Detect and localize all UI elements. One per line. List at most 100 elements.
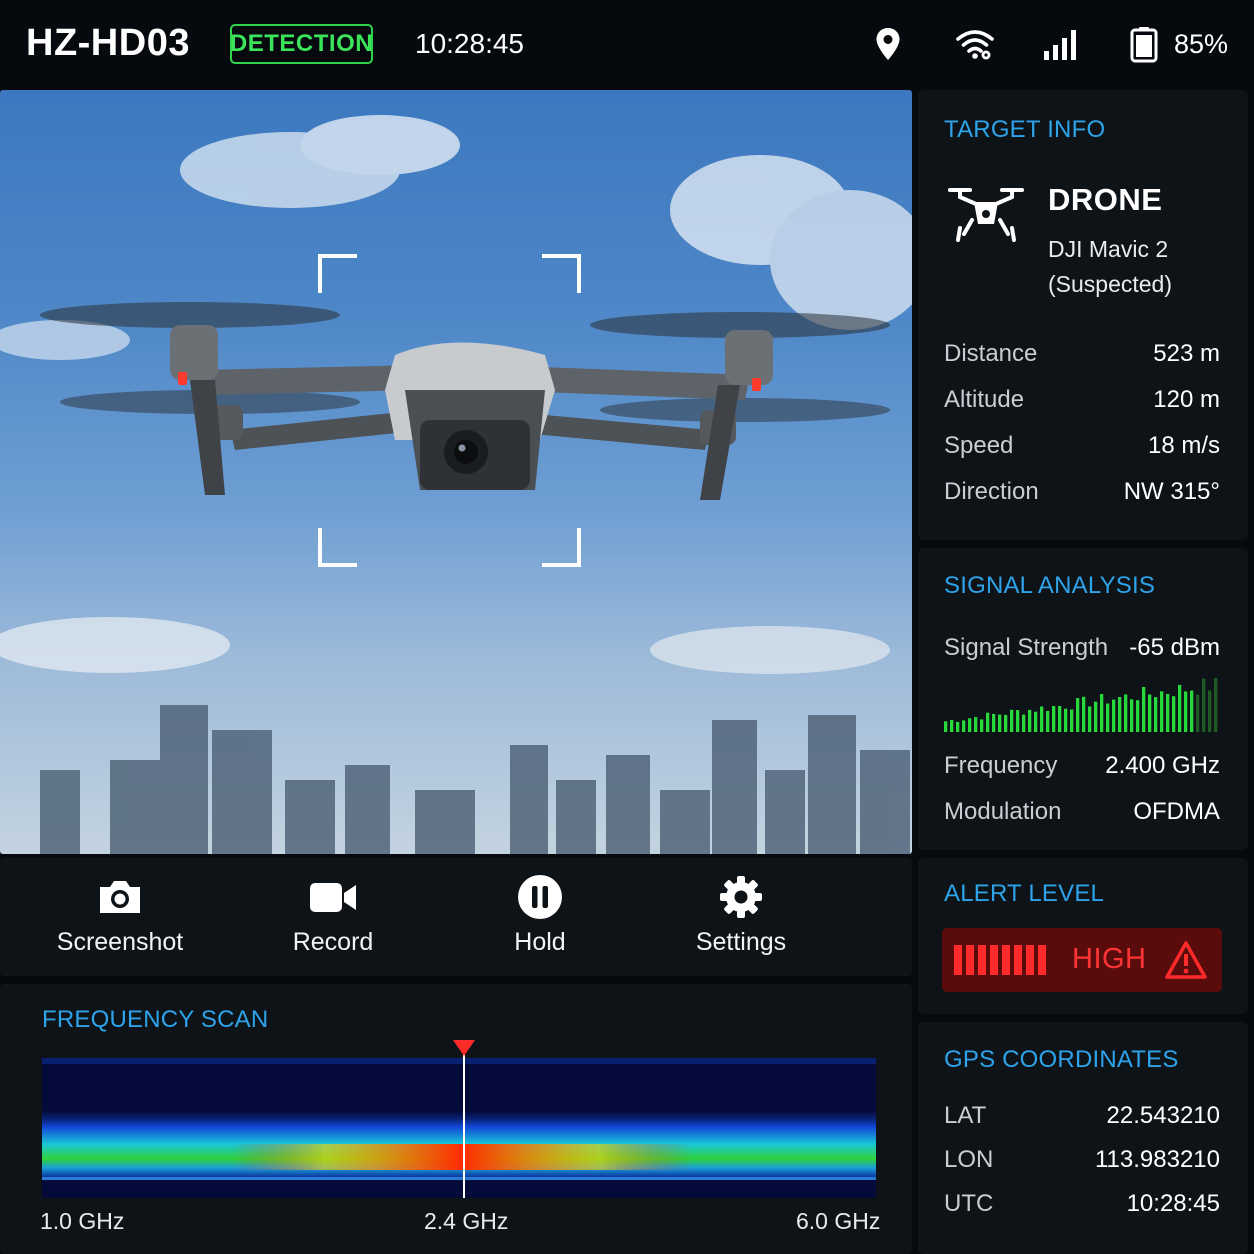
row-value: 10:28:45 [1126,1190,1220,1217]
row-key: UTC [944,1190,994,1217]
signal-analysis-title: SIGNAL ANALYSIS [944,572,1156,599]
drone-icon [948,188,1024,242]
signal-strength-graph [944,678,1218,732]
target-model: DJI Mavic 2 (Suspected) [1048,232,1238,302]
hold-button[interactable]: Hold [500,858,580,976]
signal-bar [1130,699,1134,732]
signal-bar [1046,711,1050,732]
location-pin-icon[interactable] [868,24,908,64]
row-value: 120 m [1153,386,1220,413]
gps-row-lon: LON 113.983210 [944,1146,1220,1174]
signal-bar [1142,687,1146,732]
alert-indicator[interactable]: HIGH [942,928,1222,992]
pause-icon [518,875,562,919]
record-button[interactable]: Record [283,858,383,976]
signal-bar [1136,700,1140,732]
signal-bar [974,717,978,732]
signal-bar [1112,699,1116,732]
city-skyline [40,705,910,854]
target-type: DRONE [1048,182,1163,217]
signal-bar [1064,708,1068,732]
battery-percentage: 85% [1174,29,1229,59]
signal-bar [1070,709,1074,732]
signal-bar [950,720,954,732]
row-value: 2.400 GHz [1105,752,1220,779]
signal-bar [1094,701,1098,732]
signal-bar [1124,694,1128,732]
signal-bar [1154,697,1158,732]
signal-bar [1040,706,1044,732]
signal-bar [1082,696,1086,732]
signal-bar [1202,678,1206,732]
signal-bar [956,721,960,732]
hold-label: Hold [514,928,566,956]
frequency-marker-icon[interactable] [453,1040,475,1056]
target-model-name: DJI Mavic 2 [1048,236,1169,262]
screenshot-label: Screenshot [56,928,184,956]
row-value: 523 m [1153,340,1220,367]
frequency-scan-panel: FREQUENCY SCAN 1.0 GHz 2.4 GHz 6.0 GHz [0,984,912,1254]
gps-row-lat: LAT 22.543210 [944,1102,1220,1130]
settings-label: Settings [695,928,787,956]
camera-feed[interactable] [0,90,912,854]
axis-label-end: 6.0 GHz [796,1208,881,1234]
signal-bar [1184,691,1188,732]
row-key: Speed [944,432,1014,459]
signal-bar [962,720,966,732]
signal-bar [1160,691,1164,732]
alert-level-panel: ALERT LEVEL HIGH [918,858,1248,1014]
signal-bar [1016,710,1020,732]
row-key: Altitude [944,386,1025,413]
signal-bar [1118,697,1122,732]
warning-icon [1165,941,1207,979]
gps-coordinates-title: GPS COORDINATES [944,1046,1179,1073]
signal-bar [980,719,984,732]
target-row-altitude: Altitude 120 m [944,386,1220,414]
signal-bar [1034,711,1038,732]
alert-level-meter [954,945,1046,975]
row-value: 22.543210 [1106,1102,1220,1129]
axis-label-mid: 2.4 GHz [424,1208,509,1234]
mode-badge[interactable]: DETECTION [230,24,373,64]
row-key: Frequency [944,752,1058,779]
gps-coordinates-panel: GPS COORDINATES LAT 22.543210 LON 113.98… [918,1022,1248,1254]
row-key: Distance [944,340,1038,367]
camera-controls: Screenshot Record Hold Settings [0,858,912,976]
row-key: Signal Strength [944,634,1109,661]
signal-row-frequency: Frequency 2.400 GHz [944,752,1220,780]
battery-icon[interactable] [1124,24,1164,64]
wifi-icon[interactable] [955,24,995,64]
status-bar: HZ-HD03 DETECTION 10:28:45 85% [0,0,1254,88]
spectrogram[interactable] [42,1040,876,1200]
record-label: Record [292,928,374,956]
gps-row-utc: UTC 10:28:45 [944,1190,1220,1218]
signal-bar [992,714,996,732]
row-value: 113.983210 [1094,1146,1220,1173]
signal-bar [1010,709,1014,732]
target-row-distance: Distance 523 m [944,340,1220,368]
drone [40,302,890,500]
row-key: LAT [944,1102,987,1129]
signal-bar [1004,714,1008,732]
row-value: -65 dBm [1129,634,1220,661]
target-info-title: TARGET INFO [944,116,1106,143]
video-camera-icon [310,883,356,912]
target-info-panel: TARGET INFO DRONE DJI Mavic 2 (Suspected… [918,90,1248,540]
clock: 10:28:45 [415,28,524,59]
camera-scene [0,115,912,854]
screenshot-button[interactable]: Screenshot [54,858,186,976]
signal-analysis-panel: SIGNAL ANALYSIS Signal Strength -65 dBm … [918,548,1248,850]
signal-bar [1106,703,1110,732]
row-key: Direction [944,478,1039,505]
settings-button[interactable]: Settings [686,858,796,976]
signal-bar [1088,706,1092,732]
cellular-signal-icon[interactable] [1042,24,1082,64]
gear-icon [720,876,762,918]
row-value: NW 315° [1123,478,1220,505]
row-value: OFDMA [1133,798,1220,825]
signal-bar [1028,709,1032,732]
signal-bar [1196,694,1200,732]
target-row-speed: Speed 18 m/s [944,432,1220,460]
signal-bar [1058,706,1062,732]
signal-strength-row: Signal Strength -65 dBm [944,634,1220,662]
